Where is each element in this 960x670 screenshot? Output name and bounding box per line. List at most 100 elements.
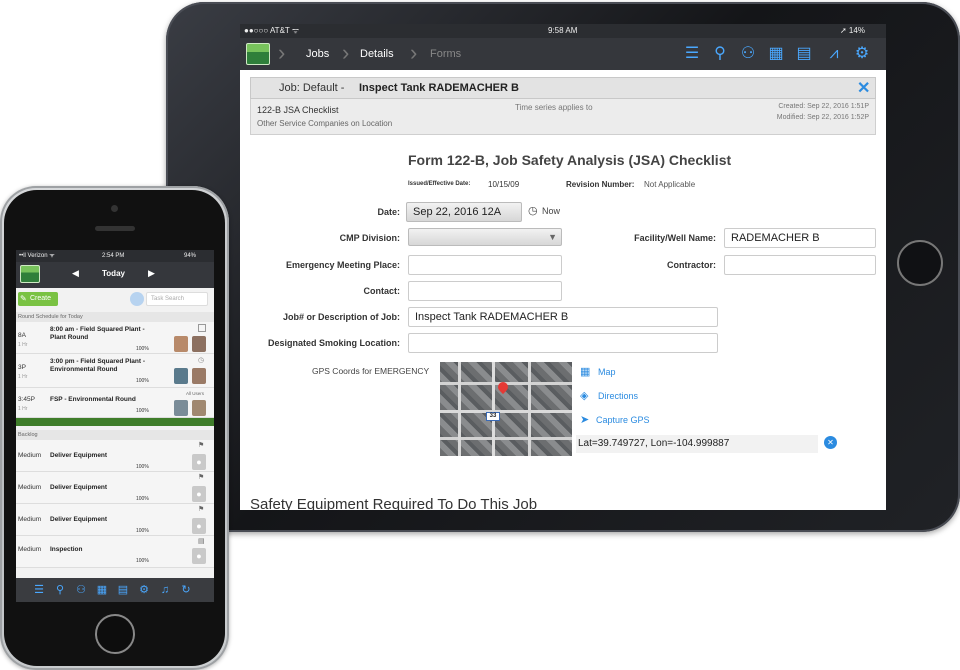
backlog-title: Deliver Equipment: [50, 484, 108, 491]
date-label: Date:: [377, 207, 400, 217]
schedule-heading: Round Schedule for Today: [16, 312, 214, 322]
round-tag: All Users: [186, 391, 205, 396]
crumb-details[interactable]: Details: [360, 48, 394, 60]
ipad-home-button[interactable]: [897, 240, 943, 286]
map-pin-icon[interactable]: ⚲: [710, 44, 730, 64]
backlog-priority: Medium: [18, 546, 42, 553]
iphone-tab-bar: ☰ ⚲ ⚇ ▦ ▤ ⚙ ♫ ↻: [16, 578, 214, 602]
app-logo[interactable]: [20, 265, 40, 283]
next-day-icon[interactable]: ▶: [148, 268, 155, 279]
iphone-home-button[interactable]: [95, 614, 135, 654]
now-button[interactable]: Now: [542, 206, 560, 216]
person-icon: ●: [192, 454, 206, 470]
crumb-jobs[interactable]: Jobs: [306, 48, 329, 60]
emergency-place-label: Emergency Meeting Place:: [285, 260, 400, 270]
smoking-location-field[interactable]: [408, 333, 718, 353]
backlog-row[interactable]: Medium Inspection 100% ● ▤: [16, 536, 214, 568]
backlog-row[interactable]: Medium Deliver Equipment 100% ● ⚑: [16, 440, 214, 472]
revision-value: Not Applicable: [644, 180, 696, 189]
list-icon[interactable]: ☰: [32, 583, 46, 597]
gear-icon[interactable]: ⚙: [137, 583, 151, 597]
backlog-row[interactable]: Medium Deliver Equipment 100% ● ⚑: [16, 472, 214, 504]
emergency-place-field[interactable]: [408, 255, 562, 275]
form-title: Form 122-B, Job Safety Analysis (JSA) Ch…: [408, 152, 732, 168]
other-companies: Other Service Companies on Location: [257, 119, 393, 128]
job-description-field[interactable]: Inspect Tank RADEMACHER B: [408, 307, 718, 327]
battery: 94%: [184, 253, 197, 259]
backlog-percent: 100%: [136, 464, 149, 470]
round-row[interactable]: 3:45P 1 Hr FSP - Environmental Round 100…: [16, 388, 214, 418]
section-heading: Safety Equipment Required To Do This Job: [250, 496, 538, 510]
facility-field[interactable]: RADEMACHER B: [724, 228, 876, 248]
prev-day-icon[interactable]: ◀: [72, 268, 79, 279]
users-icon[interactable]: ⚇: [74, 583, 88, 597]
backlog-title: Inspection: [50, 546, 83, 553]
iphone-screen: ••ll Verizon ᯤ 2:54 PM 94% ◀ Today ▶ ✎ C…: [16, 250, 214, 602]
calendar-icon[interactable]: ▤: [116, 583, 130, 597]
iphone-speaker: [95, 226, 135, 231]
clock-icon[interactable]: ◷: [528, 204, 538, 217]
map-pin-icon: [495, 379, 511, 395]
coords-field[interactable]: Lat=39.749727, Lon=-104.999887: [576, 435, 818, 453]
directions-icon: ◈: [580, 390, 589, 402]
avatar: [192, 368, 206, 384]
map-icon[interactable]: ▦: [766, 44, 786, 64]
location-arrow-icon: ➤: [580, 414, 590, 426]
backlog-heading: Backlog: [16, 430, 214, 440]
calendar-icon[interactable]: ▤: [794, 44, 814, 64]
clock: 2:54 PM: [102, 253, 125, 259]
round-title: 3:00 pm - Field Squared Plant - Environm…: [50, 358, 145, 373]
round-percent: 100%: [136, 408, 149, 414]
contractor-label: Contractor:: [667, 260, 716, 270]
capture-gps-link[interactable]: Capture GPS: [596, 415, 650, 425]
create-button[interactable]: ✎ Create: [18, 292, 58, 306]
task-search-input[interactable]: Task Search: [146, 292, 208, 306]
carrier: ••ll Verizon ᯤ: [19, 253, 55, 259]
avatar: [192, 336, 206, 352]
backlog-percent: 100%: [136, 558, 149, 564]
chevron-right-icon: ›: [342, 40, 350, 65]
chevron-right-icon: ›: [278, 40, 286, 65]
cmp-division-select[interactable]: ▼: [408, 228, 562, 246]
round-row[interactable]: 8A 1 Hr 8:00 am - Field Squared Plant - …: [16, 322, 214, 354]
users-icon[interactable]: ⚇: [738, 44, 758, 64]
backlog-title: Deliver Equipment: [50, 452, 108, 459]
battery: ➚ 14%: [840, 26, 865, 35]
round-row[interactable]: 3P 1 Hr 3:00 pm - Field Squared Plant - …: [16, 354, 214, 388]
app-logo[interactable]: [246, 43, 270, 65]
map-thumbnail[interactable]: 33: [440, 362, 572, 456]
close-icon[interactable]: ✕: [857, 78, 870, 98]
clear-icon[interactable]: ✕: [824, 436, 837, 449]
map-pin-icon[interactable]: ⚲: [53, 583, 67, 597]
contact-field[interactable]: [408, 281, 562, 301]
job-header: Job: Default - Inspect Tank RADEMACHER B…: [250, 77, 876, 99]
smoking-location-label: Designated Smoking Location:: [267, 338, 400, 348]
backlog-percent: 100%: [136, 528, 149, 534]
backlog-priority: Medium: [18, 452, 42, 459]
checklist-name: 122-B JSA Checklist: [257, 105, 339, 115]
crumb-forms[interactable]: Forms: [430, 48, 461, 60]
map-link[interactable]: Map: [598, 367, 616, 377]
backlog-priority: Medium: [18, 516, 42, 523]
backlog-row[interactable]: Medium Deliver Equipment 100% ● ⚑: [16, 504, 214, 536]
directions-link[interactable]: Directions: [598, 391, 638, 401]
map-icon[interactable]: ▦: [95, 583, 109, 597]
backlog-priority: Medium: [18, 484, 42, 491]
checkbox-icon[interactable]: [198, 324, 206, 332]
list-icon[interactable]: ☰: [682, 44, 702, 64]
backlog-title: Deliver Equipment: [50, 516, 108, 523]
chart-icon[interactable]: ⩘: [824, 44, 844, 64]
coords-value: Lat=39.749727, Lon=-104.999887: [578, 438, 730, 449]
gear-icon[interactable]: ⚙: [852, 44, 872, 64]
carrier: ●●○○○ AT&T ᯤ: [244, 26, 300, 35]
issued-value: 10/15/09: [488, 180, 520, 189]
modified-date: Modified: Sep 22, 2016 1:52P: [776, 114, 869, 121]
globe-icon[interactable]: [130, 292, 144, 306]
sync-icon[interactable]: ↻: [179, 583, 193, 597]
round-percent: 100%: [136, 346, 149, 352]
date-field[interactable]: Sep 22, 2016 12A: [406, 202, 522, 222]
bell-icon[interactable]: ♫: [158, 583, 172, 597]
contractor-field[interactable]: [724, 255, 876, 275]
avatar: [192, 400, 206, 416]
calendar-icon: ▤: [198, 538, 205, 545]
